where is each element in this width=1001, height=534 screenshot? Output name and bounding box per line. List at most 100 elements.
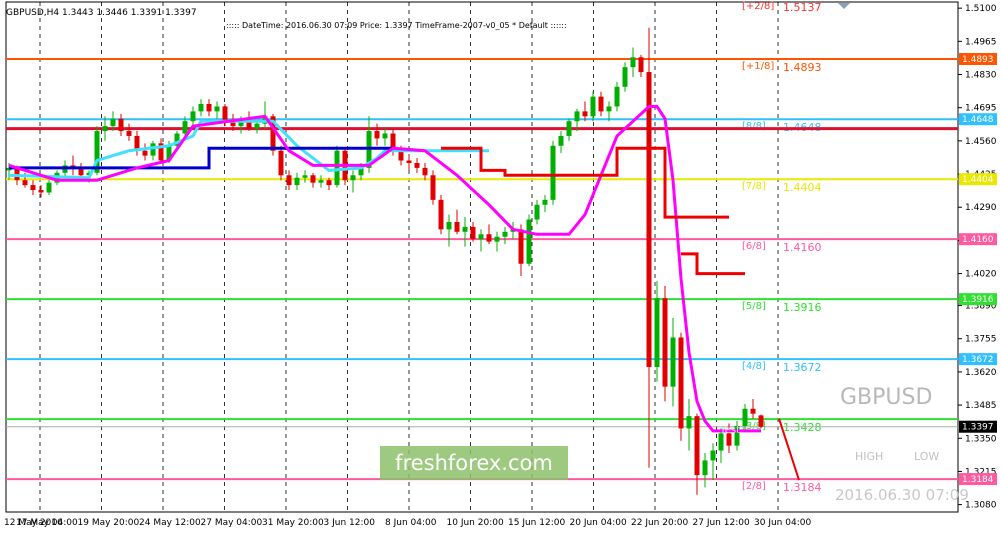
candle-body xyxy=(110,118,116,127)
indicator-line xyxy=(681,252,745,276)
candle-body xyxy=(678,337,684,429)
candle-body xyxy=(278,150,284,176)
price-axis: 1.51001.49651.48301.46951.45601.44251.42… xyxy=(958,4,997,511)
candle-body xyxy=(590,96,596,117)
symbol-info: GBPUSD,H4 1.3443 1.3446 1.3391 1.3397 xyxy=(6,8,197,18)
candle-body xyxy=(118,118,124,132)
candle-body xyxy=(550,145,556,200)
candle-body xyxy=(494,236,500,242)
murrey-label: [8/8] xyxy=(742,121,766,132)
yest-label: Yest. xyxy=(719,425,743,436)
candle-body xyxy=(126,131,132,136)
x-tick-label: 24 May 12:00 xyxy=(139,518,201,528)
x-tick-label: 17 May 04:00 xyxy=(16,518,78,528)
candle-body xyxy=(478,234,484,240)
y-tick-label: 1.4830 xyxy=(965,71,997,81)
candle-body xyxy=(750,408,756,414)
watermark-datetime: 2016.06.30 07:09 xyxy=(835,486,969,504)
chart-window: [+2/8] 1.5137 [+1/8] 1.4893 [8/8] 1.4648 [7/8]… xyxy=(0,0,1001,534)
candle-body xyxy=(462,226,468,232)
price-tag-text: 1.4648 xyxy=(962,115,994,125)
collapse-arrow-icon[interactable] xyxy=(838,3,850,9)
candle-body xyxy=(302,175,308,178)
x-tick-label: 20 Jun 04:00 xyxy=(570,518,627,528)
candle-body xyxy=(414,162,420,168)
time-axis: 12 May 201617 May 04:00 19 May 20:00 24 Ma… xyxy=(4,518,811,528)
x-tick-label: 31 May 20:00 xyxy=(262,518,324,528)
x-tick-label: 19 May 20:00 xyxy=(78,518,140,528)
candle-body xyxy=(582,111,588,117)
candle-body xyxy=(566,121,572,136)
candle-body xyxy=(670,337,676,387)
x-tick-label: 22 Jun 20:00 xyxy=(631,518,688,528)
x-tick-label: 27 Jun 12:00 xyxy=(693,518,750,528)
candle-body xyxy=(198,104,204,112)
y-tick-label: 1.3755 xyxy=(965,335,997,345)
murrey-label: [7/8] xyxy=(742,181,766,192)
candle-body xyxy=(742,408,748,426)
candle-body xyxy=(334,150,340,186)
candle-body xyxy=(622,67,628,87)
price-tag-text: 1.4160 xyxy=(962,235,994,245)
candle-body xyxy=(614,86,620,107)
y-tick-label: 1.3620 xyxy=(965,368,997,378)
candle-body xyxy=(22,180,28,186)
candle-body xyxy=(486,234,492,242)
candle-body xyxy=(182,121,188,134)
candle-body xyxy=(598,96,604,112)
candle-body xyxy=(542,199,548,205)
info-bar: ::::: DateTime: 2016.06.30 07:09 Price: … xyxy=(226,21,567,30)
murrey-label: [4/8] xyxy=(742,361,766,372)
murrey-value: 1.4160 xyxy=(783,241,822,254)
candle-body xyxy=(30,185,36,191)
murrey-value: 1.3428 xyxy=(783,421,822,434)
candle-body xyxy=(526,219,532,264)
murrey-value: 1.3184 xyxy=(783,481,822,494)
y-tick-label: 1.5100 xyxy=(965,4,997,14)
price-tag-text: 1.3916 xyxy=(962,295,994,305)
candle-body xyxy=(502,231,508,237)
candle-body xyxy=(438,199,444,230)
candle-body xyxy=(190,111,196,122)
candle-body xyxy=(606,106,612,112)
candle-body xyxy=(422,167,428,176)
y-tick-label: 1.4695 xyxy=(965,104,997,114)
watermark-symbol: GBPUSD xyxy=(840,385,932,410)
murrey-label: [6/8] xyxy=(742,241,766,252)
candle-body xyxy=(310,175,316,183)
candle-body xyxy=(638,57,644,73)
candle-body xyxy=(254,123,260,129)
candle-body xyxy=(214,106,220,112)
y-tick-label: 1.4965 xyxy=(965,37,997,47)
price-tag-text: 1.4893 xyxy=(962,55,994,65)
murrey-label: [2/8] xyxy=(742,481,766,492)
y-tick-label: 1.3080 xyxy=(965,501,997,511)
candle-body xyxy=(630,57,636,68)
candle-body xyxy=(142,150,148,156)
brand-text: freshforex.com xyxy=(395,451,553,475)
plot-frame xyxy=(5,1,959,513)
y-tick-label: 1.4020 xyxy=(965,270,997,280)
y-tick-label: 1.3485 xyxy=(965,401,997,411)
candle-body xyxy=(350,175,356,181)
candle-body xyxy=(710,450,716,461)
high-label: HIGH xyxy=(855,450,883,463)
candle-body xyxy=(430,175,436,200)
murrey-levels: [+2/8]1.5137[+1/8]1.4893[8/8]1.4648[7/8]… xyxy=(6,1,958,494)
candlestick-chart[interactable]: [+2/8] 1.5137 [+1/8] 1.4893 [8/8] 1.4648 [7/8]… xyxy=(0,0,1001,534)
price-tag-text: 1.4404 xyxy=(962,175,994,185)
candle-body xyxy=(294,177,300,186)
x-tick-label: 27 May 04:00 xyxy=(201,518,263,528)
candle-body xyxy=(382,133,388,139)
y-tick-label: 1.4560 xyxy=(965,137,997,147)
murrey-value: 1.5137 xyxy=(783,1,822,14)
indicator-line xyxy=(441,146,729,219)
low-label: LOW xyxy=(914,450,939,463)
murrey-value: 1.4893 xyxy=(783,61,822,74)
candle-body xyxy=(654,298,660,367)
murrey-value: 1.3916 xyxy=(783,301,822,314)
x-tick-label: 3 Jun 12:00 xyxy=(324,518,376,528)
last-price-text: 1.3397 xyxy=(962,423,994,433)
candle-body xyxy=(206,104,212,112)
candle-body xyxy=(406,160,412,163)
